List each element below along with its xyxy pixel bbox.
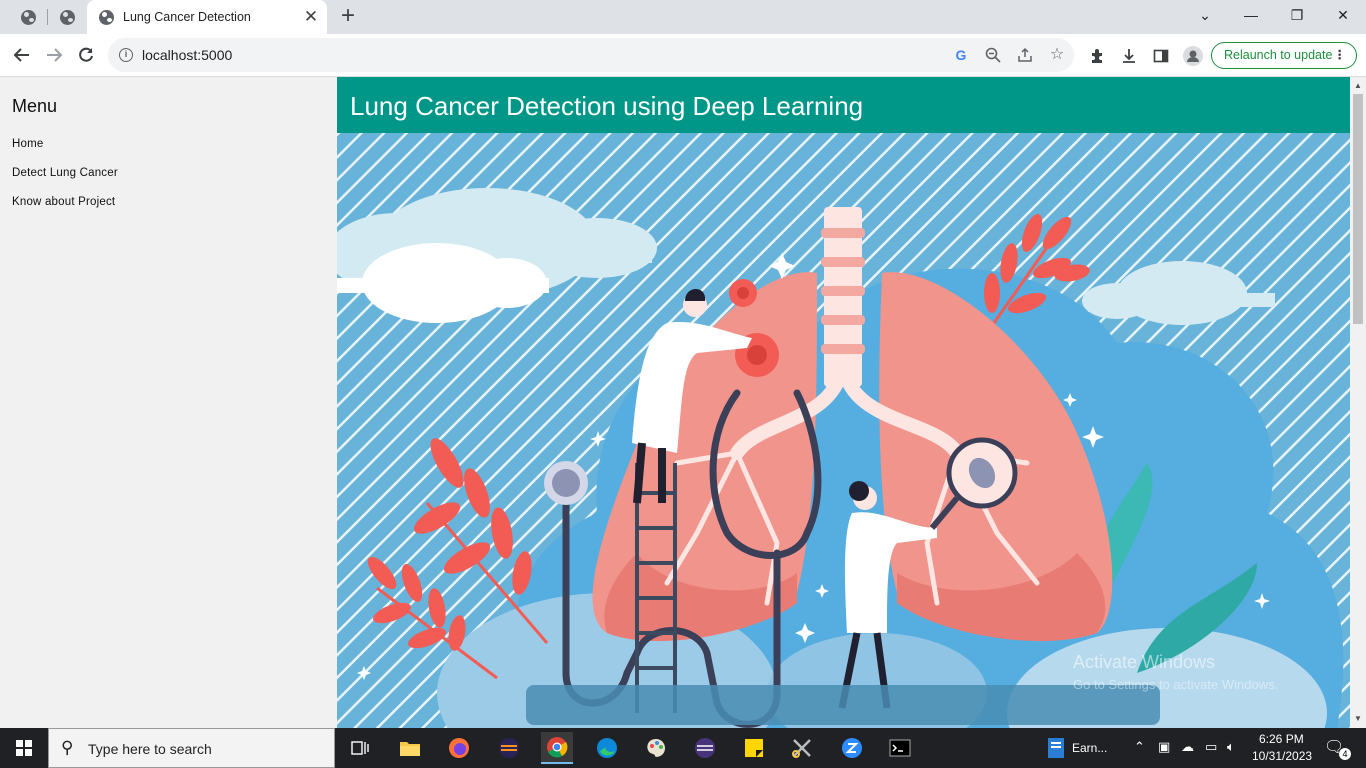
taskbar-search-box[interactable]: ⚲ Type here to search xyxy=(48,728,335,768)
reload-button[interactable] xyxy=(72,41,100,69)
lungs-doctors-icon xyxy=(337,133,1350,728)
tab-divider xyxy=(47,9,48,25)
scroll-up-arrow-icon[interactable]: ▲ xyxy=(1354,81,1362,90)
browser-toolbar: i localhost:5000 G ☆ Relaunch to update … xyxy=(0,34,1366,77)
globe-icon xyxy=(59,9,75,25)
chrome-icon[interactable] xyxy=(541,732,573,764)
snipping-tool-icon[interactable] xyxy=(786,732,818,764)
chevron-up-icon[interactable]: ⌃ xyxy=(1134,739,1145,755)
url-text[interactable]: localhost:5000 xyxy=(142,47,232,63)
terminal-icon[interactable] xyxy=(884,732,916,764)
google-lens-icon[interactable]: G xyxy=(951,45,971,65)
site-info-icon[interactable]: i xyxy=(119,48,133,62)
clock-time[interactable]: 6:26 PM xyxy=(1259,732,1304,746)
forward-button[interactable] xyxy=(40,41,68,69)
clock-date[interactable]: 10/31/2023 xyxy=(1252,749,1312,763)
extensions-icon[interactable] xyxy=(1086,45,1108,67)
sidebar-item-detect[interactable]: Detect Lung Cancer xyxy=(12,167,118,179)
speaker-icon[interactable]: 🔈︎ xyxy=(1227,739,1235,755)
activate-windows-subtitle: Go to Settings to activate Windows. xyxy=(1073,677,1279,692)
close-window-button[interactable]: ✕ xyxy=(1320,0,1366,30)
more-menu-icon[interactable]: ⋮ xyxy=(1334,43,1347,68)
bookmark-star-icon[interactable]: ☆ xyxy=(1047,45,1067,65)
inactive-tab-favicon-2[interactable] xyxy=(55,5,79,29)
eclipse-ide-icon[interactable] xyxy=(689,732,721,764)
notification-count-badge: 4 xyxy=(1339,748,1351,760)
address-bar[interactable]: i localhost:5000 G ☆ xyxy=(108,38,1074,72)
search-placeholder: Type here to search xyxy=(88,741,212,757)
relaunch-to-update-button[interactable]: Relaunch to update ⋮ xyxy=(1211,42,1357,69)
tab-active[interactable]: Lung Cancer Detection ✕ xyxy=(87,0,327,34)
menu-title: Menu xyxy=(12,96,58,116)
tab-title: Lung Cancer Detection xyxy=(123,10,251,24)
downloads-icon[interactable] xyxy=(1118,45,1140,67)
search-icon: ⚲ xyxy=(61,738,74,757)
lungs-illustration xyxy=(337,133,1350,728)
scroll-down-arrow-icon[interactable]: ▼ xyxy=(1354,714,1362,723)
activate-windows-title: Activate Windows xyxy=(1073,652,1216,672)
new-tab-button[interactable]: + xyxy=(336,4,360,30)
main-content: Lung Cancer Detection using Deep Learnin… xyxy=(337,77,1350,728)
tab-strip: Lung Cancer Detection ✕ + ⌄ — ❐ ✕ xyxy=(0,0,1366,34)
back-arrow-icon xyxy=(13,48,29,62)
paint-icon[interactable] xyxy=(640,732,672,764)
globe-icon xyxy=(99,9,114,25)
word-document-icon[interactable] xyxy=(1040,732,1072,764)
zoom-icon[interactable] xyxy=(983,45,1003,65)
edge-icon[interactable] xyxy=(591,732,623,764)
tab-close-icon[interactable]: ✕ xyxy=(301,7,321,27)
restore-button[interactable]: ❐ xyxy=(1274,0,1320,30)
task-view-icon[interactable] xyxy=(344,732,376,764)
windows-logo-icon xyxy=(16,740,32,756)
globe-icon xyxy=(20,9,36,25)
forward-arrow-icon xyxy=(47,48,63,62)
sidebar-menu: Menu Home Detect Lung Cancer Know about … xyxy=(0,77,337,728)
page-scrollbar[interactable]: ▲ ▼ xyxy=(1350,77,1366,728)
page-title: Lung Cancer Detection using Deep Learnin… xyxy=(350,91,864,121)
inactive-tab-favicon-1[interactable] xyxy=(16,5,40,29)
share-icon[interactable] xyxy=(1015,45,1035,65)
firefox-icon[interactable] xyxy=(443,732,475,764)
scroll-thumb[interactable] xyxy=(1353,94,1363,324)
sticky-notes-icon[interactable] xyxy=(738,732,770,764)
zoom-app-icon[interactable] xyxy=(836,732,868,764)
windows-taskbar: ⚲ Type here to search Earn... ⌃ ▣ ☁ ▭ 🔈︎… xyxy=(0,728,1366,768)
onedrive-cloud-icon[interactable]: ☁ xyxy=(1181,739,1194,755)
sidebar-item-about[interactable]: Know about Project xyxy=(12,196,115,208)
page-header: Lung Cancer Detection using Deep Learnin… xyxy=(337,77,1350,133)
battery-icon[interactable]: ▭ xyxy=(1205,739,1217,755)
meet-now-icon[interactable]: ▣ xyxy=(1158,739,1170,755)
taskbar-app-label[interactable]: Earn... xyxy=(1072,741,1107,755)
tab-search-button[interactable]: ⌄ xyxy=(1182,0,1228,30)
start-button[interactable] xyxy=(0,728,48,768)
reload-icon xyxy=(79,47,93,62)
file-explorer-icon[interactable] xyxy=(394,732,426,764)
side-panel-icon[interactable] xyxy=(1150,45,1172,67)
minimize-button[interactable]: — xyxy=(1228,0,1274,30)
sidebar-item-home[interactable]: Home xyxy=(12,138,43,150)
profile-avatar-icon[interactable] xyxy=(1182,45,1204,67)
back-button[interactable] xyxy=(8,41,36,69)
eclipse-icon[interactable] xyxy=(493,732,525,764)
relaunch-label: Relaunch to update xyxy=(1224,48,1333,62)
